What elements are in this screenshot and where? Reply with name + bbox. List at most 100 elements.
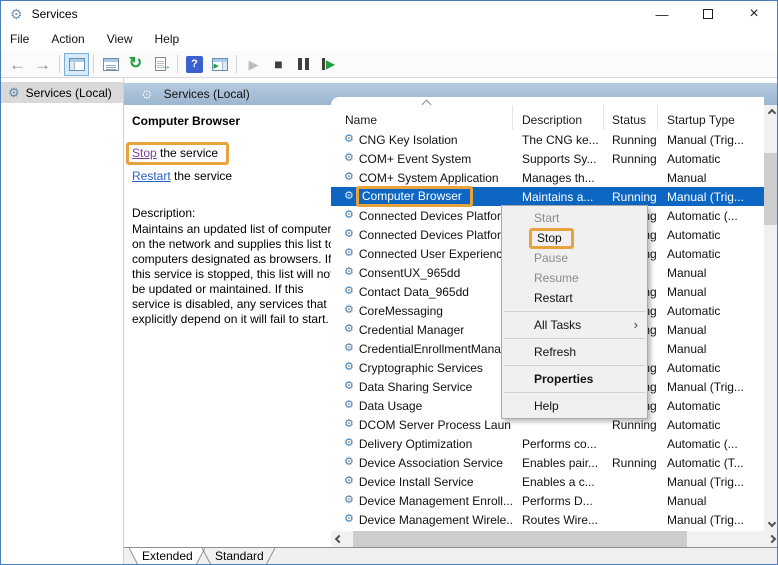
menu-action[interactable]: Action [40,28,95,50]
export-list-button[interactable]: → [148,53,173,76]
cell-name: ⚙ ConsentUX_965dd [331,266,513,280]
stop-service-button[interactable]: ■ [266,53,291,76]
table-row[interactable]: ⚙ COM+ System Application Manages th... Man… [331,168,764,187]
cell-startup-type: Manual [667,284,707,299]
restart-line: Restart the service [132,169,232,183]
context-menu-item-restart[interactable]: Restart [502,288,647,308]
scroll-up-button[interactable] [764,105,777,121]
menu-bar: File Action View Help [1,27,777,51]
services-gear-icon: ⚙ [8,85,20,100]
start-service-button: ▶ [241,53,266,76]
cell-startup-type: Automatic [667,398,721,413]
table-row[interactable]: ⚙ Computer Browser Maintains a... Running Ma… [331,186,764,207]
service-name: Delivery Optimization [358,436,473,451]
window-title: Services [31,7,78,21]
menu-item-label: Refresh [534,345,577,359]
show-action-pane-button[interactable]: ▶ [207,53,232,76]
show-console-tree-button[interactable] [64,52,89,76]
pause-service-button[interactable] [291,53,316,76]
table-row[interactable]: ⚙ Device Install Service Enables a c... Man… [331,472,764,491]
table-row[interactable]: ⚙ COM+ Event System Supports Sy... Running A… [331,149,764,168]
cell-startup-type: Manual (Trig... [667,379,744,394]
help-icon: ? [186,55,203,73]
help-button[interactable]: ? [182,53,207,76]
toolbar-separator [236,55,237,73]
menu-item-label: All Tasks [534,318,582,332]
service-gear-icon: ⚙ [344,361,354,373]
service-name: Contact Data_965dd [358,284,469,299]
horizontal-scrollbar-thumb[interactable] [353,531,687,547]
chevron-up-icon [767,108,776,118]
column-header-startup-type[interactable]: Startup Type [658,105,764,130]
back-button[interactable]: ← [5,53,30,76]
table-row[interactable]: ⚙ Device Association Service Enables pair.… [331,453,764,472]
cell-name: ⚙ Device Management Enroll... [331,494,513,508]
stop-service-link[interactable]: Stop [132,146,157,160]
service-gear-icon: ⚙ [344,399,354,411]
tab-extended[interactable]: Extended [142,549,193,563]
cell-startup-type: Manual [667,170,707,185]
horizontal-scrollbar[interactable] [331,531,777,547]
cell-name: ⚙ Cryptographic Services [331,361,513,375]
context-menu-item-refresh[interactable]: Refresh [502,342,647,362]
forward-button[interactable]: → [30,53,55,76]
extended-info-panel: Computer Browser Stop the service Restar… [125,105,337,547]
tab-standard[interactable]: Standard [215,549,264,563]
table-row[interactable]: ⚙ Device Management Wirele... Routes Wire.… [331,510,764,529]
context-menu-item-all-tasks[interactable]: All Tasks › [502,315,647,335]
scroll-left-button[interactable] [331,531,346,547]
menu-help[interactable]: Help [144,28,191,50]
column-header-label: Description [522,113,583,127]
tree-item-services-local[interactable]: ⚙ Services (Local) [1,82,123,103]
column-header-name[interactable]: Name [331,99,513,130]
chevron-right-icon [767,534,776,544]
vertical-scrollbar-thumb[interactable] [764,153,777,225]
restart-service-link[interactable]: Restart [132,169,171,183]
context-menu-item-help[interactable]: Help [502,396,647,416]
properties-button[interactable] [98,53,123,76]
menu-item-label: Help [534,399,559,413]
context-menu-item-properties[interactable]: Properties [502,369,647,389]
column-header-status[interactable]: Status [604,105,658,130]
service-gear-icon: ⚙ [344,171,354,183]
minimize-button[interactable]: — [639,1,685,27]
table-row[interactable]: ⚙ Device Management Enroll... Performs D..… [331,491,764,510]
service-name: COM+ Event System [358,151,472,166]
cell-description: Manages th... [522,170,595,185]
cell-name: ⚙ Delivery Optimization [331,437,513,451]
service-name: Device Management Wirele... [358,512,513,527]
table-row[interactable]: ⚙ CNG Key Isolation The CNG ke... Running Ma… [331,130,764,149]
cell-name: ⚙ Connected Devices Platfor [331,209,513,223]
cell-startup-type: Automatic [667,303,721,318]
column-header-description[interactable]: Description [513,105,604,130]
menu-file[interactable]: File [1,28,40,50]
cell-startup-type: Automatic [667,246,721,261]
cell-name: ⚙ Computer Browser [331,186,513,207]
service-gear-icon: ⚙ [344,380,354,392]
restart-service-icon: ▶ [321,58,335,70]
service-gear-icon: ⚙ [344,418,354,430]
menu-separator [504,311,645,312]
scroll-right-button[interactable] [764,531,777,547]
cell-name: ⚙ COM+ Event System [331,152,513,166]
table-row[interactable]: ⚙ Delivery Optimization Performs co... Auto… [331,434,764,453]
refresh-button[interactable]: ↻ [123,53,148,76]
selected-service-title: Computer Browser [132,114,241,128]
properties-icon [102,57,119,71]
context-menu-item-stop[interactable]: Stop [502,228,647,249]
title-bar: ⚙ Services — × [1,1,777,27]
cell-description: Enables a c... [522,474,595,489]
vertical-scrollbar[interactable] [764,105,777,531]
cell-startup-type: Manual [667,493,707,508]
service-gear-icon: ⚙ [344,513,354,525]
maximize-button[interactable] [685,1,731,27]
stop-service-icon: ■ [274,56,283,72]
cell-description: Maintains a... [522,189,594,204]
scroll-down-button[interactable] [764,515,777,531]
menu-view[interactable]: View [96,28,144,50]
restart-service-button[interactable]: ▶ [316,53,341,76]
close-button[interactable]: × [731,1,777,27]
cell-status: Running [612,455,657,470]
service-name: DCOM Server Process Laun [358,417,511,432]
service-name: Connected Devices Platfor [358,208,501,223]
